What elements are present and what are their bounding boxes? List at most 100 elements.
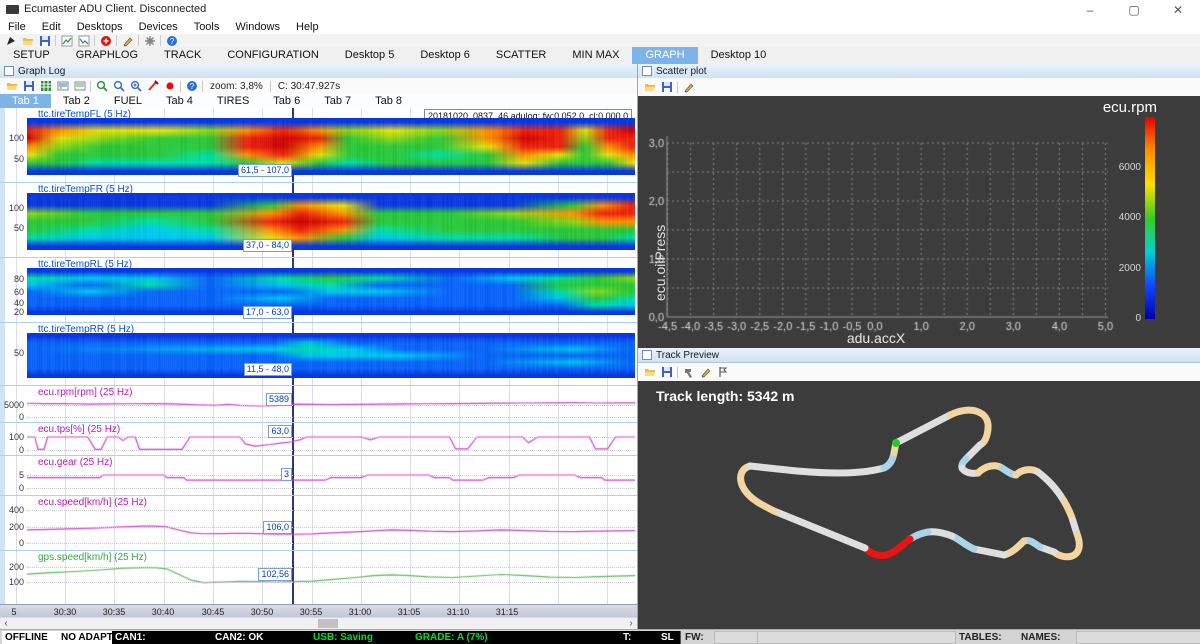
pencil-icon[interactable] <box>119 35 136 47</box>
status-empty <box>1076 631 1200 644</box>
save-icon[interactable] <box>20 80 37 92</box>
snapshot-icon[interactable] <box>54 80 71 92</box>
graphlog-tab-tab-8[interactable]: Tab 8 <box>363 94 414 108</box>
help-icon[interactable]: ? <box>183 80 200 92</box>
save-icon[interactable] <box>658 81 675 93</box>
panel-icon <box>642 66 652 76</box>
desktop-tab-scatter[interactable]: SCATTER <box>483 47 560 64</box>
desktop-tab-graph[interactable]: GRAPH <box>632 47 697 64</box>
desktop-tab-configuration[interactable]: CONFIGURATION <box>214 47 331 64</box>
colorbar-tick-label: 6000 <box>1101 162 1141 173</box>
channel-label: ecu.gear (25 Hz) <box>38 457 112 468</box>
graphlog-tab-tires[interactable]: TIRES <box>205 94 261 108</box>
marker-icon[interactable] <box>144 80 161 92</box>
panel-icon <box>642 350 652 360</box>
pin-icon[interactable] <box>2 35 19 47</box>
snapshot2-icon[interactable] <box>71 80 88 92</box>
desktop-tab-setup[interactable]: SETUP <box>0 47 63 64</box>
scatter-y-axis-label: ecu.oilPress <box>652 225 668 301</box>
desktop-tab-desktop-5[interactable]: Desktop 5 <box>332 47 408 64</box>
scatter-toolbar <box>638 78 1200 97</box>
open-icon[interactable] <box>641 366 658 378</box>
chart-import-icon[interactable] <box>75 35 92 47</box>
scrollbar-thumb[interactable] <box>318 619 338 628</box>
time-tick-label: 30:55 <box>300 607 323 617</box>
graph-plot-area[interactable]: 20181020_0837_46.adulog: fw:0.052.0, cl:… <box>0 108 637 629</box>
toolbar-separator <box>180 81 181 92</box>
graphlog-tab-tab-2[interactable]: Tab 2 <box>51 94 102 108</box>
status-empty <box>714 631 759 644</box>
record-icon[interactable] <box>161 80 178 92</box>
maximize-button[interactable]: ▢ <box>1112 0 1156 20</box>
save-icon[interactable] <box>658 366 675 378</box>
track-segment-tan <box>978 466 1002 473</box>
open-icon[interactable] <box>19 35 36 47</box>
menu-item-windows[interactable]: Windows <box>227 21 288 33</box>
channel-label: ecu.rpm[rpm] (25 Hz) <box>38 387 132 398</box>
main-toolbar: ? <box>0 34 1200 48</box>
line-canvas[interactable] <box>27 508 635 548</box>
help-icon[interactable]: ? <box>163 35 180 47</box>
excel-icon[interactable] <box>37 80 54 92</box>
desktop-tab-desktop-6[interactable]: Desktop 6 <box>407 47 483 64</box>
heatmap-canvas[interactable] <box>27 193 635 250</box>
menu-item-edit[interactable]: Edit <box>34 21 69 33</box>
horizontal-scrollbar[interactable]: ‹ › <box>0 617 637 629</box>
add-record-icon[interactable] <box>97 35 114 47</box>
start-finish-marker <box>892 439 900 447</box>
colorbar-title: ecu.rpm <box>1103 99 1157 116</box>
track-segment-gray <box>750 466 884 473</box>
line-canvas[interactable] <box>27 468 635 493</box>
minimize-button[interactable]: – <box>1068 0 1112 20</box>
hammer-icon[interactable] <box>680 366 697 378</box>
track-segment-tan <box>1004 541 1024 555</box>
open-icon[interactable] <box>641 81 658 93</box>
desktop-tab-graphlog[interactable]: GRAPHLOG <box>63 47 151 64</box>
row-divider <box>0 257 637 258</box>
y-gridline <box>27 527 635 528</box>
y-gridline <box>27 405 635 406</box>
menu-item-devices[interactable]: Devices <box>131 21 186 33</box>
heatmap-canvas[interactable] <box>27 268 635 315</box>
zoom-in-icon[interactable] <box>127 80 144 92</box>
zoom-fit-icon[interactable] <box>93 80 110 92</box>
graphlog-tab-tab-4[interactable]: Tab 4 <box>154 94 205 108</box>
desktop-tab-track[interactable]: TRACK <box>151 47 214 64</box>
cursor-value-label: 102,56 <box>258 568 292 581</box>
flag-icon[interactable] <box>714 366 731 378</box>
graphlog-tab-tab-7[interactable]: Tab 7 <box>312 94 363 108</box>
graphlog-tab-fuel[interactable]: FUEL <box>102 94 154 108</box>
y-tick-label: 100 <box>0 133 24 143</box>
save-icon[interactable] <box>36 35 53 47</box>
scroll-right-icon[interactable]: › <box>625 618 637 629</box>
track-segment-gray <box>974 549 1004 555</box>
settings-icon[interactable] <box>141 35 158 47</box>
desktop-tab-desktop-10[interactable]: Desktop 10 <box>698 47 780 64</box>
y-gridline <box>27 488 635 489</box>
zoom-window-icon[interactable] <box>110 80 127 92</box>
scroll-left-icon[interactable]: ‹ <box>0 618 12 629</box>
graphlog-tab-tab-1[interactable]: Tab 1 <box>0 94 51 108</box>
pencil-icon[interactable] <box>680 81 697 93</box>
pencil-icon[interactable] <box>697 366 714 378</box>
open-icon[interactable] <box>3 80 20 92</box>
menu-item-tools[interactable]: Tools <box>186 21 228 33</box>
menu-item-file[interactable]: File <box>0 21 34 33</box>
status-names: NAMES: <box>1018 631 1077 644</box>
status-sl: SL <box>658 631 681 644</box>
cursor-time-label: C: 30:47.927s <box>273 81 345 92</box>
chart-export-icon[interactable] <box>58 35 75 47</box>
status-empty <box>757 631 956 644</box>
scatter-plot[interactable]: ecu.rpm ecu.oilPress adu.accX 6000400020… <box>638 96 1200 348</box>
close-button[interactable]: ✕ <box>1156 0 1200 20</box>
heatmap-canvas[interactable] <box>27 333 635 378</box>
menu-item-help[interactable]: Help <box>288 21 327 33</box>
y-tick-label: 0 <box>0 445 24 455</box>
heatmap-canvas[interactable] <box>27 118 635 175</box>
menu-item-desktops[interactable]: Desktops <box>69 21 131 33</box>
desktop-tab-min-max[interactable]: MIN MAX <box>559 47 632 64</box>
y-tick-label: 20 <box>0 307 24 317</box>
track-map-area[interactable]: Track length: 5342 m <box>638 381 1200 629</box>
time-axis[interactable]: 530:3030:3530:4030:4530:5030:5531:0031:0… <box>0 604 637 618</box>
graphlog-tab-tab-6[interactable]: Tab 6 <box>261 94 312 108</box>
